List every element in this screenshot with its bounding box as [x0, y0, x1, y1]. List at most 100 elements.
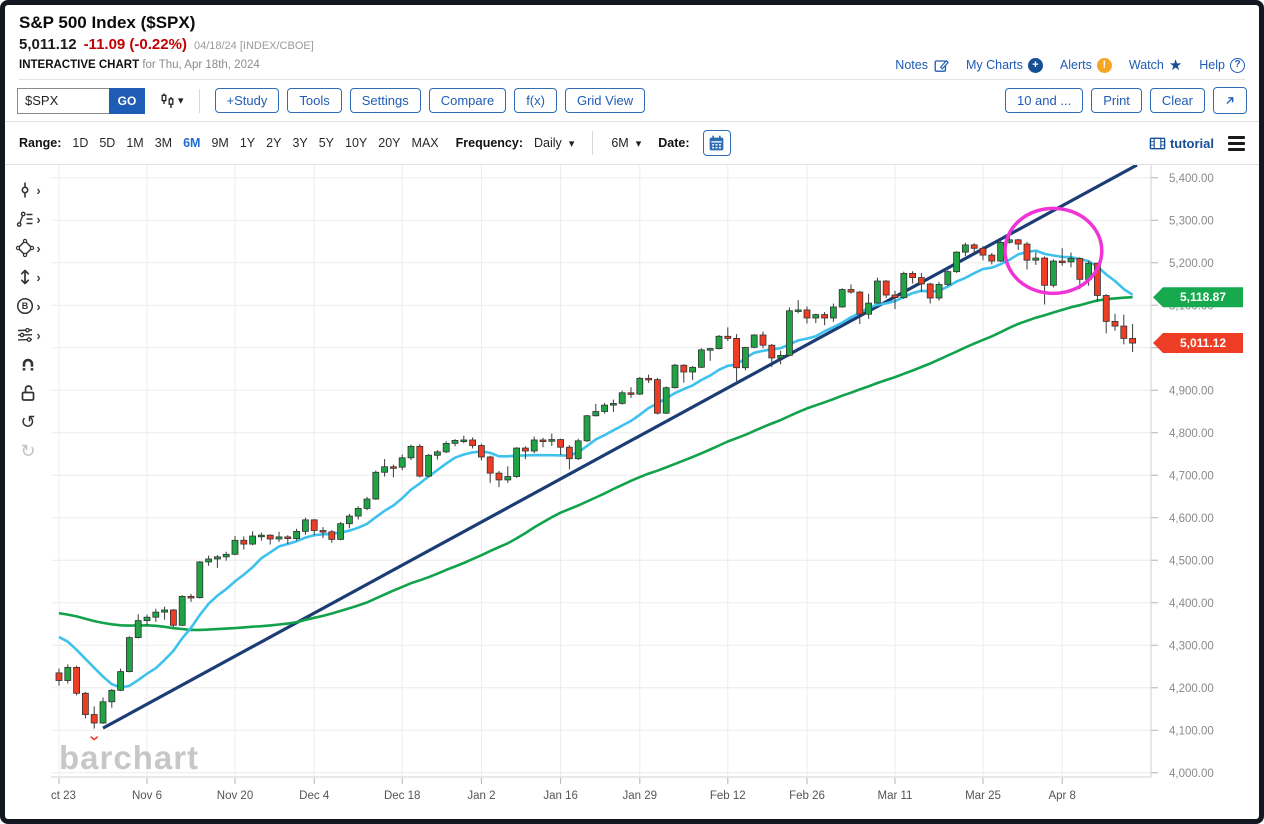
help-link[interactable]: Help ? [1199, 58, 1245, 73]
range-max[interactable]: MAX [412, 136, 439, 150]
last-price: 5,011.12 [19, 36, 77, 53]
expand-chart-button[interactable] [1213, 87, 1247, 114]
svg-text:5,400.00: 5,400.00 [1169, 173, 1214, 185]
chart-area: › › › › B › › [5, 165, 1259, 817]
drawing-tools-sidebar: › › › › B › › [5, 165, 51, 817]
chevron-right-icon: › [36, 212, 40, 227]
compare-button[interactable]: Compare [429, 88, 506, 113]
range-2y[interactable]: 2Y [266, 136, 281, 150]
my-charts-link[interactable]: My Charts + [966, 58, 1043, 73]
arrows-tool[interactable]: › [15, 266, 40, 288]
star-icon: ★ [1169, 58, 1182, 73]
tools-button[interactable]: Tools [287, 88, 341, 113]
question-circle-icon: ? [1230, 58, 1245, 73]
svg-text:Dec 18: Dec 18 [384, 790, 420, 802]
vertical-arrows-icon [15, 267, 35, 287]
crosshair-icon [15, 180, 35, 200]
chevron-down-icon: ▾ [178, 94, 184, 107]
compare-symbol-dropdown[interactable]: ▾ [159, 92, 184, 109]
undo-icon: ↺ [20, 412, 35, 432]
svg-text:5,118.87: 5,118.87 [1180, 290, 1226, 304]
print-button[interactable]: Print [1091, 88, 1142, 113]
range-6m-active[interactable]: 6M [183, 136, 200, 150]
chevron-right-icon: › [36, 299, 40, 314]
annotations-icon [15, 209, 35, 229]
period-dropdown[interactable]: 6M ▾ [611, 136, 641, 150]
header-links: Notes My Charts + Alerts ! Watch ★ Help [895, 57, 1245, 73]
svg-text:Jan 16: Jan 16 [543, 790, 578, 802]
chevron-right-icon: › [36, 183, 40, 198]
annotations-tool[interactable]: › [15, 208, 40, 230]
grid-view-button[interactable]: Grid View [565, 88, 645, 113]
range-10y[interactable]: 10Y [345, 136, 367, 150]
range-5d[interactable]: 5D [99, 136, 115, 150]
range-1m[interactable]: 1M [126, 136, 143, 150]
date-label: Date: [658, 136, 689, 150]
subtitle-rest: for Thu, Apr 18th, 2024 [142, 59, 259, 71]
svg-text:5,011.12: 5,011.12 [1180, 336, 1226, 350]
notes-link[interactable]: Notes [895, 57, 949, 73]
study-10-and-button[interactable]: 10 and ... [1005, 88, 1083, 113]
svg-text:Feb 12: Feb 12 [710, 790, 746, 802]
price-change: -11.09 (-0.22%) [84, 36, 187, 53]
shapes-tool[interactable]: › [15, 237, 40, 259]
settings-button[interactable]: Settings [350, 88, 421, 113]
plus-circle-icon: + [1028, 58, 1043, 73]
header: S&P 500 Index ($SPX) 5,011.12-11.09 (-0.… [5, 5, 1259, 80]
tutorial-link[interactable]: tutorial [1149, 136, 1214, 151]
svg-text:4,500.00: 4,500.00 [1169, 555, 1214, 567]
chevron-down-icon: ▾ [569, 137, 575, 150]
alerts-link[interactable]: Alerts ! [1060, 58, 1112, 73]
svg-text:4,600.00: 4,600.00 [1169, 513, 1214, 525]
watch-link[interactable]: Watch ★ [1129, 58, 1182, 73]
polygon-icon [15, 238, 35, 258]
svg-text:4,100.00: 4,100.00 [1169, 725, 1214, 737]
buy-sell-tool[interactable]: B › [15, 295, 40, 317]
divider [592, 131, 593, 155]
svg-text:5,200.00: 5,200.00 [1169, 258, 1214, 270]
sliders-icon [15, 325, 35, 345]
chart-toolbar: GO ▾ +Study Tools Settings Compare f(x) … [5, 80, 1259, 122]
menu-hamburger-icon[interactable] [1228, 136, 1245, 151]
date-picker-button[interactable] [703, 130, 731, 156]
quote-date-source: 04/18/24 [INDEX/CBOE] [194, 40, 314, 52]
svg-text:Nov 6: Nov 6 [132, 790, 162, 802]
go-button[interactable]: GO [109, 88, 145, 114]
fx-button[interactable]: f(x) [514, 88, 557, 113]
magnet-snap-tool[interactable] [18, 353, 38, 375]
crosshair-tool[interactable]: › [15, 179, 40, 201]
subtitle-bold: INTERACTIVE CHART [19, 59, 139, 71]
add-study-button[interactable]: +Study [215, 88, 280, 113]
range-5y[interactable]: 5Y [319, 136, 334, 150]
svg-text:4,300.00: 4,300.00 [1169, 640, 1214, 652]
magnet-icon [18, 354, 38, 374]
redo-tool[interactable]: ↻ [20, 440, 35, 462]
svg-text:4,000.00: 4,000.00 [1169, 768, 1214, 780]
svg-text:Jan 29: Jan 29 [623, 790, 658, 802]
svg-text:5,300.00: 5,300.00 [1169, 215, 1214, 227]
indicator-lines-tool[interactable]: › [15, 324, 40, 346]
chevron-right-icon: › [36, 270, 40, 285]
dual-candles-icon [159, 92, 176, 109]
range-label: Range: [19, 136, 61, 150]
price-chart-canvas[interactable]: 5,400.005,300.005,200.005,100.005,000.00… [51, 165, 1259, 817]
range-9m[interactable]: 9M [211, 136, 228, 150]
range-3y[interactable]: 3Y [292, 136, 307, 150]
range-20y[interactable]: 20Y [378, 136, 400, 150]
symbol-input[interactable] [17, 88, 109, 114]
range-1y[interactable]: 1Y [240, 136, 255, 150]
range-3m[interactable]: 3M [155, 136, 172, 150]
range-bar: Range: 1D 5D 1M 3M 6M 9M 1Y 2Y 3Y 5Y 10Y… [5, 122, 1259, 165]
undo-tool[interactable]: ↺ [20, 411, 35, 433]
lock-tool[interactable] [18, 382, 38, 404]
svg-text:Dec 4: Dec 4 [299, 790, 330, 802]
svg-text:4,700.00: 4,700.00 [1169, 470, 1214, 482]
unlock-icon [18, 383, 38, 403]
svg-text:B: B [22, 301, 29, 311]
clear-button[interactable]: Clear [1150, 88, 1205, 113]
svg-text:4,900.00: 4,900.00 [1169, 385, 1214, 397]
range-1d[interactable]: 1D [72, 136, 88, 150]
frequency-dropdown[interactable]: Daily ▾ [534, 136, 574, 150]
svg-text:4,200.00: 4,200.00 [1169, 683, 1214, 695]
chevron-right-icon: › [36, 241, 40, 256]
